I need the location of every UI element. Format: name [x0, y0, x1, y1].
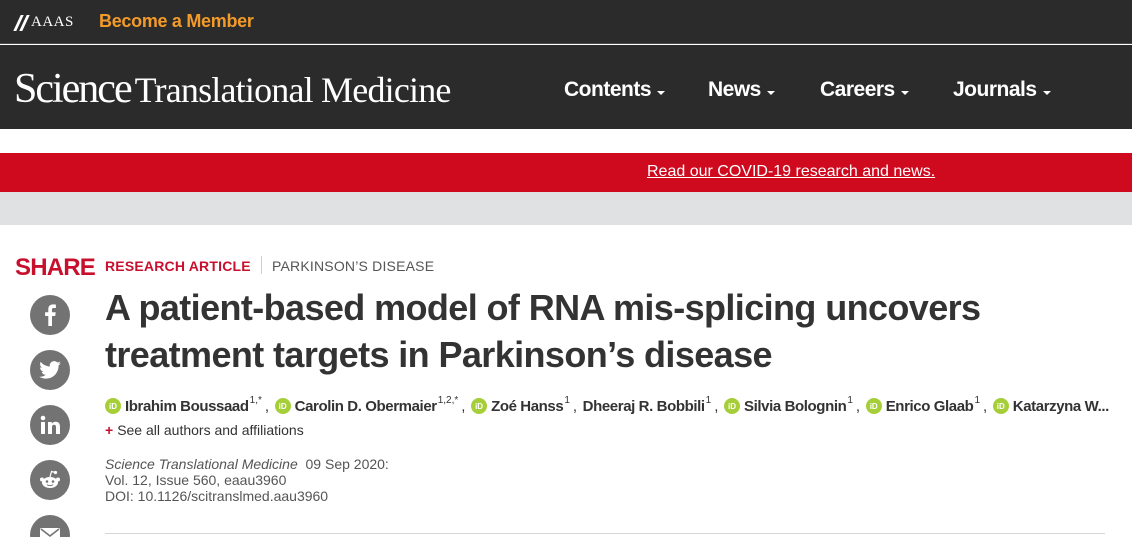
facebook-icon [45, 304, 56, 326]
section-divider [105, 533, 1105, 534]
orcid-icon[interactable]: iD [471, 398, 488, 414]
chevron-down-icon [657, 91, 665, 95]
site-header: Science Translational Medicine Contents … [0, 45, 1132, 129]
nav-careers[interactable]: Careers [820, 78, 909, 102]
author-separator: , [461, 397, 466, 415]
journal-logo-part2: Translational Medicine [134, 70, 452, 110]
author-affiliation-sup: 1,* [249, 395, 262, 406]
author-affiliation-sup: 1 [705, 395, 712, 406]
aaas-logo-text: AAAS [31, 14, 74, 30]
nav-contents[interactable]: Contents [564, 78, 665, 102]
orcid-icon[interactable]: iD [274, 398, 291, 414]
author-separator: , [572, 397, 577, 415]
linkedin-icon [40, 415, 60, 434]
twitter-share-button[interactable] [30, 350, 70, 390]
plus-icon: + [105, 422, 114, 438]
author-name: Dheeraj R. Bobbili [582, 397, 705, 415]
author-affiliation-sup: 1,2,* [437, 395, 459, 406]
covid-link[interactable]: Read our COVID-19 research and news. [647, 163, 935, 181]
orcid-icon[interactable]: iD [724, 398, 741, 414]
author-name: Silvia Bolognin [744, 397, 847, 415]
author-name: Carolin D. Obermaier [294, 397, 437, 415]
author-affiliation-sup: 1 [847, 395, 853, 406]
article-topic-label[interactable]: PARKINSON’S DISEASE [272, 258, 434, 274]
author-link[interactable]: iD Katarzyna W... [992, 397, 1110, 415]
author-link[interactable]: iD Silvia Bolognin 1 [724, 395, 853, 415]
article-type-label[interactable]: RESEARCH ARTICLE [105, 258, 251, 274]
twitter-icon [39, 361, 61, 379]
chevron-down-icon [1042, 91, 1051, 95]
nav-journals-label: Journals [953, 78, 1037, 101]
author-name: Katarzyna W... [1012, 397, 1110, 415]
author-separator: , [983, 397, 987, 415]
citation-date: 09 Sep 2020: [305, 456, 389, 472]
author-separator: , [264, 397, 269, 415]
covid-banner: Read our COVID-19 research and news. [0, 153, 1132, 192]
linkedin-share-button[interactable] [30, 405, 70, 445]
nav-journals[interactable]: Journals [953, 78, 1051, 102]
aaas-mark-icon [13, 14, 30, 31]
author-separator: , [855, 397, 860, 415]
orcid-icon[interactable]: iD [105, 398, 121, 414]
nav-contents-label: Contents [564, 78, 652, 101]
see-all-authors-label: See all authors and affiliations [117, 422, 304, 438]
chevron-down-icon [766, 91, 775, 95]
author-link[interactable]: iD Carolin D. Obermaier 1,2,* [274, 395, 459, 415]
author-affiliation-sup: 1 [564, 395, 570, 406]
author-name: Ibrahim Boussaad [125, 397, 249, 415]
share-title: SHARE [15, 254, 96, 281]
citation-doi: DOI: 10.1126/scitranslmed.aau3960 [105, 488, 329, 504]
author-name: Enrico Glaab [885, 397, 974, 415]
author-link[interactable]: iD Ibrahim Boussaad 1,* [105, 395, 262, 415]
reddit-share-button[interactable] [30, 460, 70, 500]
author-link[interactable]: Dheeraj R. Bobbili 1 [582, 395, 712, 415]
orcid-icon[interactable]: iD [865, 398, 882, 414]
author-name: Zoé Hanss [491, 397, 564, 415]
author-link[interactable]: iD Zoé Hanss 1 [471, 395, 570, 415]
reddit-icon [40, 470, 60, 488]
ad-spacer-bar [0, 192, 1132, 225]
become-member-link[interactable]: Become a Member [99, 11, 254, 32]
orcid-icon[interactable]: iD [992, 398, 1009, 414]
nav-news[interactable]: News [708, 78, 775, 102]
author-link[interactable]: iD Enrico Glaab 1 [865, 395, 980, 415]
email-share-button[interactable] [30, 515, 70, 537]
nav-news-label: News [708, 78, 761, 101]
journal-logo[interactable]: Science Translational Medicine [14, 65, 451, 113]
citation-block: Science Translational Medicine 09 Sep 20… [105, 456, 389, 504]
author-separator: , [714, 397, 719, 415]
author-affiliation-sup: 1 [974, 395, 980, 406]
article-title: A patient-based model of RNA mis-splicin… [105, 287, 981, 375]
citation-volume: Vol. 12, Issue 560, eaau3960 [105, 472, 287, 488]
author-list: iD Ibrahim Boussaad 1,* , iD Carolin D. … [105, 395, 1115, 417]
nav-careers-label: Careers [820, 78, 895, 101]
facebook-share-button[interactable] [30, 295, 70, 335]
aaas-logo[interactable]: AAAS [13, 14, 74, 31]
top-bar: AAAS Become a Member [0, 0, 1132, 44]
see-all-authors-link[interactable]: + See all authors and affiliations [105, 422, 304, 438]
article-type-divider [261, 256, 262, 274]
citation-journal: Science Translational Medicine [105, 456, 298, 472]
chevron-down-icon [900, 91, 909, 95]
email-icon [40, 528, 60, 537]
journal-logo-part1: Science [14, 66, 133, 112]
citation-line-1: Science Translational Medicine 09 Sep 20… [105, 456, 389, 472]
